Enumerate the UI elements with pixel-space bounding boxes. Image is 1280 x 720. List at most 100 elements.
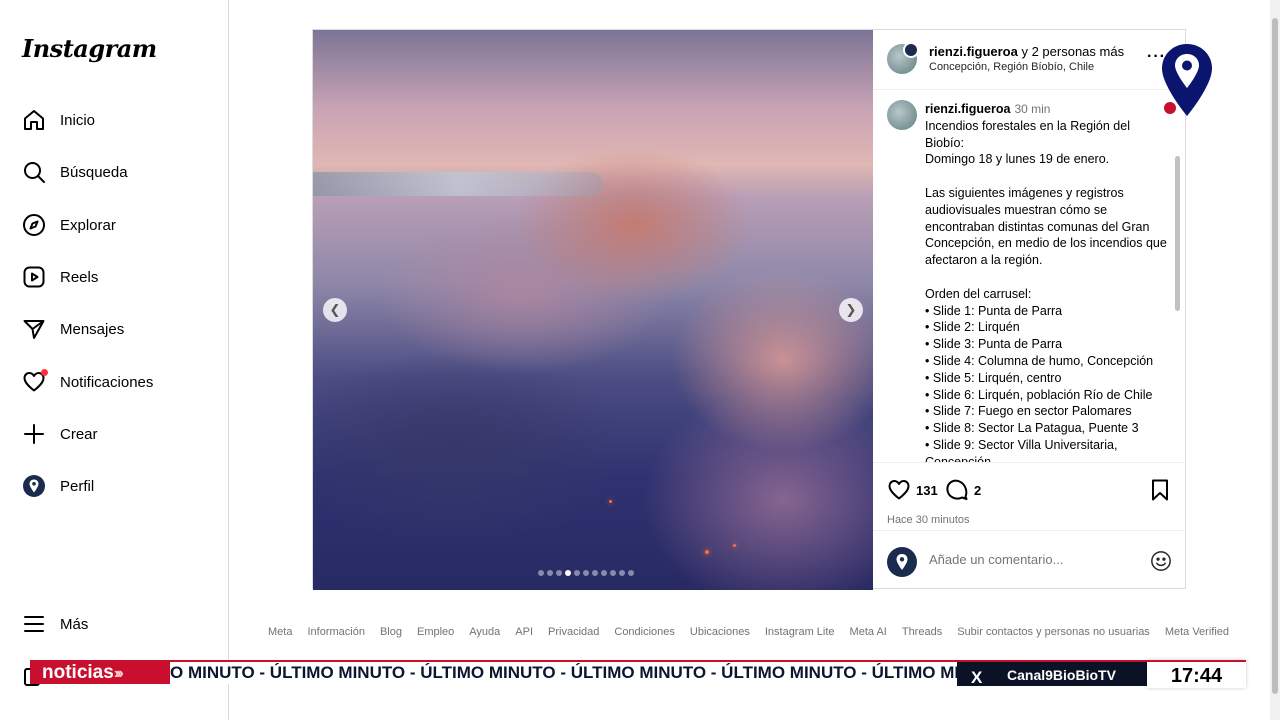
scrollbar-thumb[interactable] <box>1272 18 1278 694</box>
sidebar-item-crear[interactable]: Crear <box>22 421 98 447</box>
caption-scrollbar[interactable] <box>1175 156 1180 311</box>
footer-link[interactable]: Meta AI <box>850 626 887 638</box>
footer-link[interactable]: Blog <box>380 626 402 638</box>
sidebar-item-inicio[interactable]: Inicio <box>22 107 95 133</box>
sidebar-item-label: Mensajes <box>60 320 125 338</box>
instagram-logo[interactable]: Instagram <box>22 34 157 63</box>
tv-news-ticker: noticias››› O MINUTO - ÚLTIMO MINUTO - Ú… <box>30 660 1246 688</box>
page: Instagram Inicio Búsqueda Explorar Reels <box>0 0 1280 720</box>
chevron-right-icon: ❯ <box>845 302 857 317</box>
more-label: Más <box>60 615 89 633</box>
footer-link[interactable]: Ubicaciones <box>690 626 750 638</box>
carousel-dot <box>610 570 616 576</box>
hamburger-icon <box>22 612 46 636</box>
section-name: noticias <box>42 662 114 683</box>
sidebar-item-notificaciones[interactable]: Notificaciones <box>22 369 153 395</box>
carousel-next-button[interactable]: ❯ <box>839 298 863 322</box>
avatar[interactable] <box>887 547 917 577</box>
post-dialog: ❮ ❯ rienzi.figueroa y 2 personas más Con… <box>312 29 1186 590</box>
footer-link[interactable]: API <box>515 626 533 638</box>
search-icon <box>22 160 46 184</box>
post-media-image[interactable]: ❮ ❯ <box>313 30 873 590</box>
carousel-dot <box>583 570 589 576</box>
sidebar-item-label: Crear <box>60 425 98 443</box>
save-button[interactable] <box>1148 478 1177 502</box>
chevron-left-icon: ❮ <box>329 302 341 317</box>
footer-link[interactable]: Condiciones <box>614 626 675 638</box>
sidebar-item-label: Perfil <box>60 477 95 495</box>
footer-link[interactable]: Instagram Lite <box>765 626 835 638</box>
avatar[interactable] <box>887 100 917 130</box>
caption-text-block: rienzi.figueroa 30 min Incendios forestal… <box>925 101 1170 462</box>
sidebar-item-label: Explorar <box>60 216 116 234</box>
footer-link[interactable]: Subir contactos y personas no usuarias <box>957 626 1150 638</box>
carousel-prev-button[interactable]: ❮ <box>323 298 347 322</box>
sidebar-item-label: Notificaciones <box>60 373 154 391</box>
channel-handle: X Canal9BioBioTV <box>957 660 1147 687</box>
page-scrollbar[interactable] <box>1270 0 1280 720</box>
carousel-dot <box>565 570 571 576</box>
author-username[interactable]: rienzi.figueroa <box>929 44 1018 59</box>
footer-link[interactable]: Información <box>307 626 364 638</box>
footer-link[interactable]: Meta Verified <box>1165 626 1229 638</box>
carousel-dot <box>574 570 580 576</box>
coauthors-label[interactable]: y 2 personas más <box>1018 44 1124 59</box>
carousel-dot <box>628 570 634 576</box>
heart-icon <box>22 369 48 394</box>
sidebar-item-label: Búsqueda <box>60 163 128 181</box>
footer-link[interactable]: Empleo <box>417 626 454 638</box>
sidebar-item-explorar[interactable]: Explorar <box>22 212 116 238</box>
sidebar-item-perfil[interactable]: Perfil <box>22 473 94 499</box>
avatar[interactable] <box>887 42 919 74</box>
live-indicator-dot <box>1164 102 1176 114</box>
ticker-text: O MINUTO - ÚLTIMO MINUTO - ÚLTIMO MINUTO… <box>170 663 957 682</box>
sidebar-item-label: Reels <box>60 268 99 286</box>
plus-icon <box>22 422 46 446</box>
send-icon <box>22 317 46 341</box>
footer-link[interactable]: Privacidad <box>548 626 599 638</box>
sidebar-item-reels[interactable]: Reels <box>22 264 98 290</box>
fire-ember <box>733 544 736 547</box>
carousel-dot <box>547 570 553 576</box>
heart-icon <box>888 480 910 500</box>
sidebar: Instagram Inicio Búsqueda Explorar Reels <box>0 0 229 720</box>
more-menu-button[interactable]: Más <box>22 612 88 636</box>
post-authors[interactable]: rienzi.figueroa y 2 personas más <box>929 44 1124 59</box>
tv-clock: 17:44 <box>1147 660 1246 688</box>
fire-ember <box>609 500 612 503</box>
post-timestamp[interactable]: Hace 30 minutos <box>887 514 970 526</box>
fire-ember <box>705 550 709 554</box>
post-header: rienzi.figueroa y 2 personas más Concepc… <box>873 30 1186 90</box>
sidebar-item-label: Inicio <box>60 111 96 129</box>
comment-icon <box>946 479 968 500</box>
like-button[interactable]: 131 <box>887 478 938 502</box>
sidebar-item-busqueda[interactable]: Búsqueda <box>22 159 128 185</box>
carousel-dot <box>619 570 625 576</box>
bay-water-shape <box>313 172 603 196</box>
footer-links: Meta Información Blog Empleo Ayuda API Privaci… <box>268 626 1229 638</box>
footer-link[interactable]: Ayuda <box>469 626 500 638</box>
profile-pin-icon <box>22 474 46 498</box>
reels-icon <box>22 265 46 289</box>
footer-link[interactable]: Meta <box>268 626 292 638</box>
carousel-dot <box>601 570 607 576</box>
channel-handle-text: Canal9BioBioTV <box>1007 667 1116 683</box>
sidebar-item-mensajes[interactable]: Mensajes <box>22 316 124 342</box>
footer-link[interactable]: Threads <box>902 626 942 638</box>
carousel-dot <box>538 570 544 576</box>
emoji-icon[interactable] <box>1150 550 1172 572</box>
caption-body: Incendios forestales en la Región del Bi… <box>925 118 1167 462</box>
comment-button[interactable]: 2 <box>945 478 981 502</box>
compass-icon <box>22 213 46 237</box>
carousel-dot <box>556 570 562 576</box>
post-actions: 131 2 Hace 30 minutos <box>873 462 1186 530</box>
home-icon <box>22 108 46 132</box>
carousel-dots <box>538 570 634 576</box>
caption-username[interactable]: rienzi.figueroa <box>925 102 1010 116</box>
like-count: 131 <box>916 482 938 498</box>
caption-time: 30 min <box>1014 102 1051 116</box>
comment-input[interactable] <box>929 552 1129 567</box>
comment-composer <box>873 530 1186 588</box>
x-logo-icon: X <box>971 668 983 687</box>
post-location[interactable]: Concepción, Región Bíobío, Chile <box>929 61 1094 73</box>
